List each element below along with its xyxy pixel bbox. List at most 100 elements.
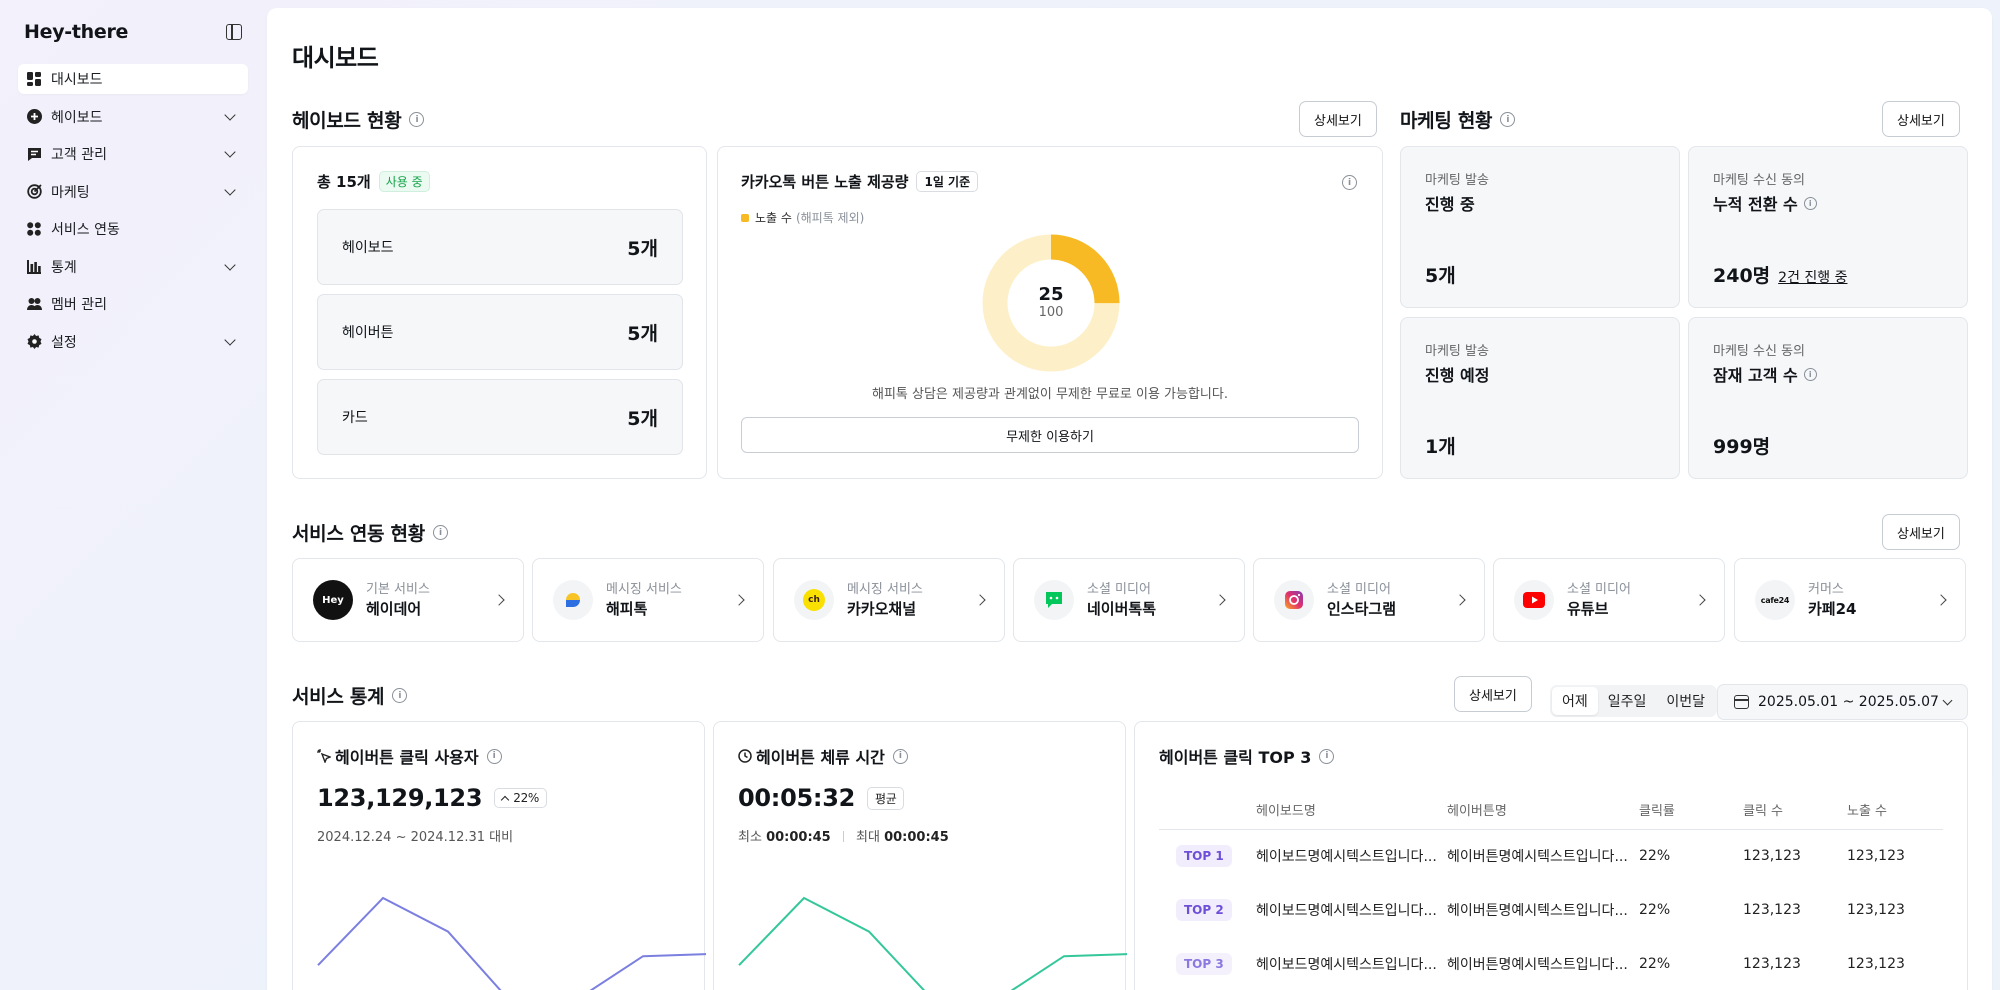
info-icon[interactable]: i — [432, 525, 448, 540]
heyboard-count-row[interactable]: 헤이보드 5개 — [317, 209, 683, 285]
board-name-cell: 헤이보드명예시텍스트입니다... — [1256, 957, 1437, 973]
marketing-card-potential[interactable]: 마케팅 수신 동의 잠재 고객 수 i 999명 — [1688, 317, 1968, 479]
heyboard-detail-button[interactable]: 상세보기 — [1299, 101, 1377, 137]
sidebar: Hey-there 대시보드 헤이보드 고객 관리 마케팅 서비스 연동 통계 … — [0, 0, 266, 990]
service-text: 메시징 서비스 카카오채널 — [847, 581, 970, 619]
chevron-right-icon — [1694, 594, 1706, 606]
unlimited-use-button[interactable]: 무제한 이용하기 — [741, 417, 1359, 453]
calendar-icon — [1734, 695, 1749, 709]
info-icon[interactable]: i — [1500, 112, 1516, 127]
stats-detail-button[interactable]: 상세보기 — [1454, 676, 1532, 712]
arrow-up-icon — [500, 795, 510, 804]
table-row[interactable]: TOP 1 헤이보드명예시텍스트입니다... 헤이버튼명예시텍스트입니다... … — [1159, 829, 1943, 883]
marketing-card-scheduled[interactable]: 마케팅 발송 진행 예정 1개 — [1400, 317, 1680, 479]
sidebar-item-service-integration[interactable]: 서비스 연동 — [18, 214, 248, 244]
service-name: 헤이데어 — [366, 600, 422, 618]
service-card-happytalk[interactable]: 메시징 서비스 해피톡 — [532, 558, 764, 642]
card-title: 헤이버튼 클릭 사용자 i — [317, 744, 502, 768]
heybutton-count-row[interactable]: 헤이버튼 5개 — [317, 294, 683, 370]
service-category: 메시징 서비스 — [847, 582, 923, 597]
card-title-text: 헤이버튼 클릭 사용자 — [335, 748, 479, 767]
marketing-card-conversions[interactable]: 마케팅 수신 동의 누적 전환 수 i 240명 2건 진행 중 — [1688, 146, 1968, 308]
click-users-line-chart — [317, 896, 706, 990]
sidebar-item-heyboard[interactable]: 헤이보드 — [18, 102, 248, 132]
top3-table: 헤이보드명 헤이버튼명 클릭률 클릭 수 노출 수 TOP 1 헤이보드명예시텍… — [1159, 790, 1943, 990]
marketing-card-in-progress[interactable]: 마케팅 발송 진행 중 5개 — [1400, 146, 1680, 308]
compare-period: 2024.12.24 ~ 2024.12.31 대비 — [317, 830, 514, 845]
row-value: 5개 — [627, 237, 658, 260]
gear-icon — [26, 334, 42, 350]
sidebar-item-customers[interactable]: 고객 관리 — [18, 139, 248, 169]
chevron-down-icon — [1942, 695, 1953, 705]
sidebar-collapse-icon[interactable] — [226, 24, 242, 40]
card-count-row[interactable]: 카드 5개 — [317, 379, 683, 455]
service-category: 소셜 미디어 — [1087, 582, 1151, 597]
service-card-heythere[interactable]: Hey 기본 서비스 헤이데어 — [292, 558, 524, 642]
cursor-click-icon — [317, 749, 331, 763]
card-caption: 마케팅 발송 — [1425, 173, 1489, 188]
service-category: 소셜 미디어 — [1567, 582, 1631, 597]
view-count-cell: 123,123 — [1847, 956, 1905, 972]
info-icon[interactable]: i — [486, 748, 502, 764]
info-icon[interactable]: i — [1803, 196, 1817, 210]
chevron-right-icon — [1935, 594, 1947, 606]
in-progress-link[interactable]: 2건 진행 중 — [1778, 267, 1847, 287]
status-badge: 사용 중 — [378, 171, 430, 192]
info-icon[interactable]: i — [892, 748, 908, 764]
total-count: 총 15개 — [317, 173, 371, 191]
marketing-detail-button[interactable]: 상세보기 — [1882, 101, 1960, 137]
happytalk-logo-icon — [553, 580, 593, 620]
rank-cell: TOP 1 — [1159, 829, 1256, 883]
info-icon[interactable]: i — [392, 688, 408, 703]
dwell-value-row: 00:05:32 평균 — [738, 784, 905, 812]
chart-legend: 노출 수 (해피톡 제외) — [741, 209, 864, 226]
top3-card: 헤이버튼 클릭 TOP 3 i 헤이보드명 헤이버튼명 클릭률 클릭 수 노출 … — [1134, 721, 1968, 990]
heyboard-total: 총 15개 사용 중 — [317, 171, 430, 192]
service-card-instagram[interactable]: 소셜 미디어 인스타그램 — [1253, 558, 1485, 642]
row-label: 카드 — [342, 410, 368, 426]
button-name-cell: 헤이버튼명예시텍스트입니다... — [1447, 903, 1628, 919]
sidebar-item-dashboard[interactable]: 대시보드 — [18, 64, 248, 94]
chevron-down-icon — [224, 183, 236, 196]
date-range-picker[interactable]: 2025.05.01 ~ 2025.05.07 — [1717, 684, 1968, 720]
chevron-right-icon — [493, 594, 505, 606]
period-toggle: 어제 일주일 이번달 — [1550, 685, 1718, 717]
click-count-cell: 123,123 — [1743, 848, 1801, 865]
service-category: 메시징 서비스 — [606, 582, 682, 597]
dwell-line-chart — [738, 896, 1127, 990]
table-row[interactable]: TOP 3 헤이보드명예시텍스트입니다... 헤이버튼명예시텍스트입니다... … — [1159, 937, 1943, 990]
service-card-kakao-channel[interactable]: ch 메시징 서비스 카카오채널 — [773, 558, 1005, 642]
info-icon[interactable]: i — [1342, 175, 1357, 190]
service-detail-button[interactable]: 상세보기 — [1882, 514, 1960, 550]
click-count-cell: 123,123 — [1743, 956, 1801, 972]
service-card-naver-talktalk[interactable]: 소셜 미디어 네이버톡톡 — [1013, 558, 1245, 642]
info-icon[interactable]: i — [409, 112, 425, 127]
sidebar-item-settings[interactable]: 설정 — [18, 327, 248, 357]
row-value: 5개 — [627, 407, 658, 430]
rank-badge: TOP 1 — [1176, 845, 1232, 868]
kakao-channel-badge: ch — [803, 589, 825, 611]
period-yesterday[interactable]: 어제 — [1552, 687, 1598, 715]
sidebar-item-label: 마케팅 — [51, 184, 90, 201]
heyboard-count-card: 총 15개 사용 중 헤이보드 5개 헤이버튼 5개 카드 5개 — [292, 146, 707, 479]
min-value: 00:00:45 — [766, 830, 831, 845]
table-row[interactable]: TOP 2 헤이보드명예시텍스트입니다... 헤이버튼명예시텍스트입니다... … — [1159, 883, 1943, 937]
card-title: 헤이버튼 체류 시간 i — [738, 744, 908, 768]
kakao-card-title: 카카오톡 버튼 노출 제공량 1일 기준 — [741, 171, 979, 192]
service-card-cafe24[interactable]: cafe24 커머스 카페24 — [1734, 558, 1966, 642]
info-icon[interactable]: i — [1803, 367, 1817, 381]
service-status-title: 서비스 연동 현황 i — [292, 519, 448, 546]
service-card-youtube[interactable]: 소셜 미디어 유튜브 — [1493, 558, 1725, 642]
info-icon[interactable]: i — [1319, 748, 1335, 764]
sidebar-item-members[interactable]: 멤버 관리 — [18, 289, 248, 319]
row-label: 헤이버튼 — [342, 325, 394, 341]
sidebar-item-marketing[interactable]: 마케팅 — [18, 177, 248, 207]
click-count-cell: 123,123 — [1743, 902, 1801, 918]
service-text: 커머스 카페24 — [1808, 581, 1931, 619]
click-users-value: 123,129,123 — [317, 784, 483, 812]
sidebar-item-statistics[interactable]: 통계 — [18, 252, 248, 282]
column-header: 노출 수 — [1847, 790, 1943, 830]
period-week[interactable]: 일주일 — [1598, 687, 1657, 715]
service-name: 인스타그램 — [1327, 600, 1397, 618]
period-month[interactable]: 이번달 — [1656, 687, 1715, 715]
